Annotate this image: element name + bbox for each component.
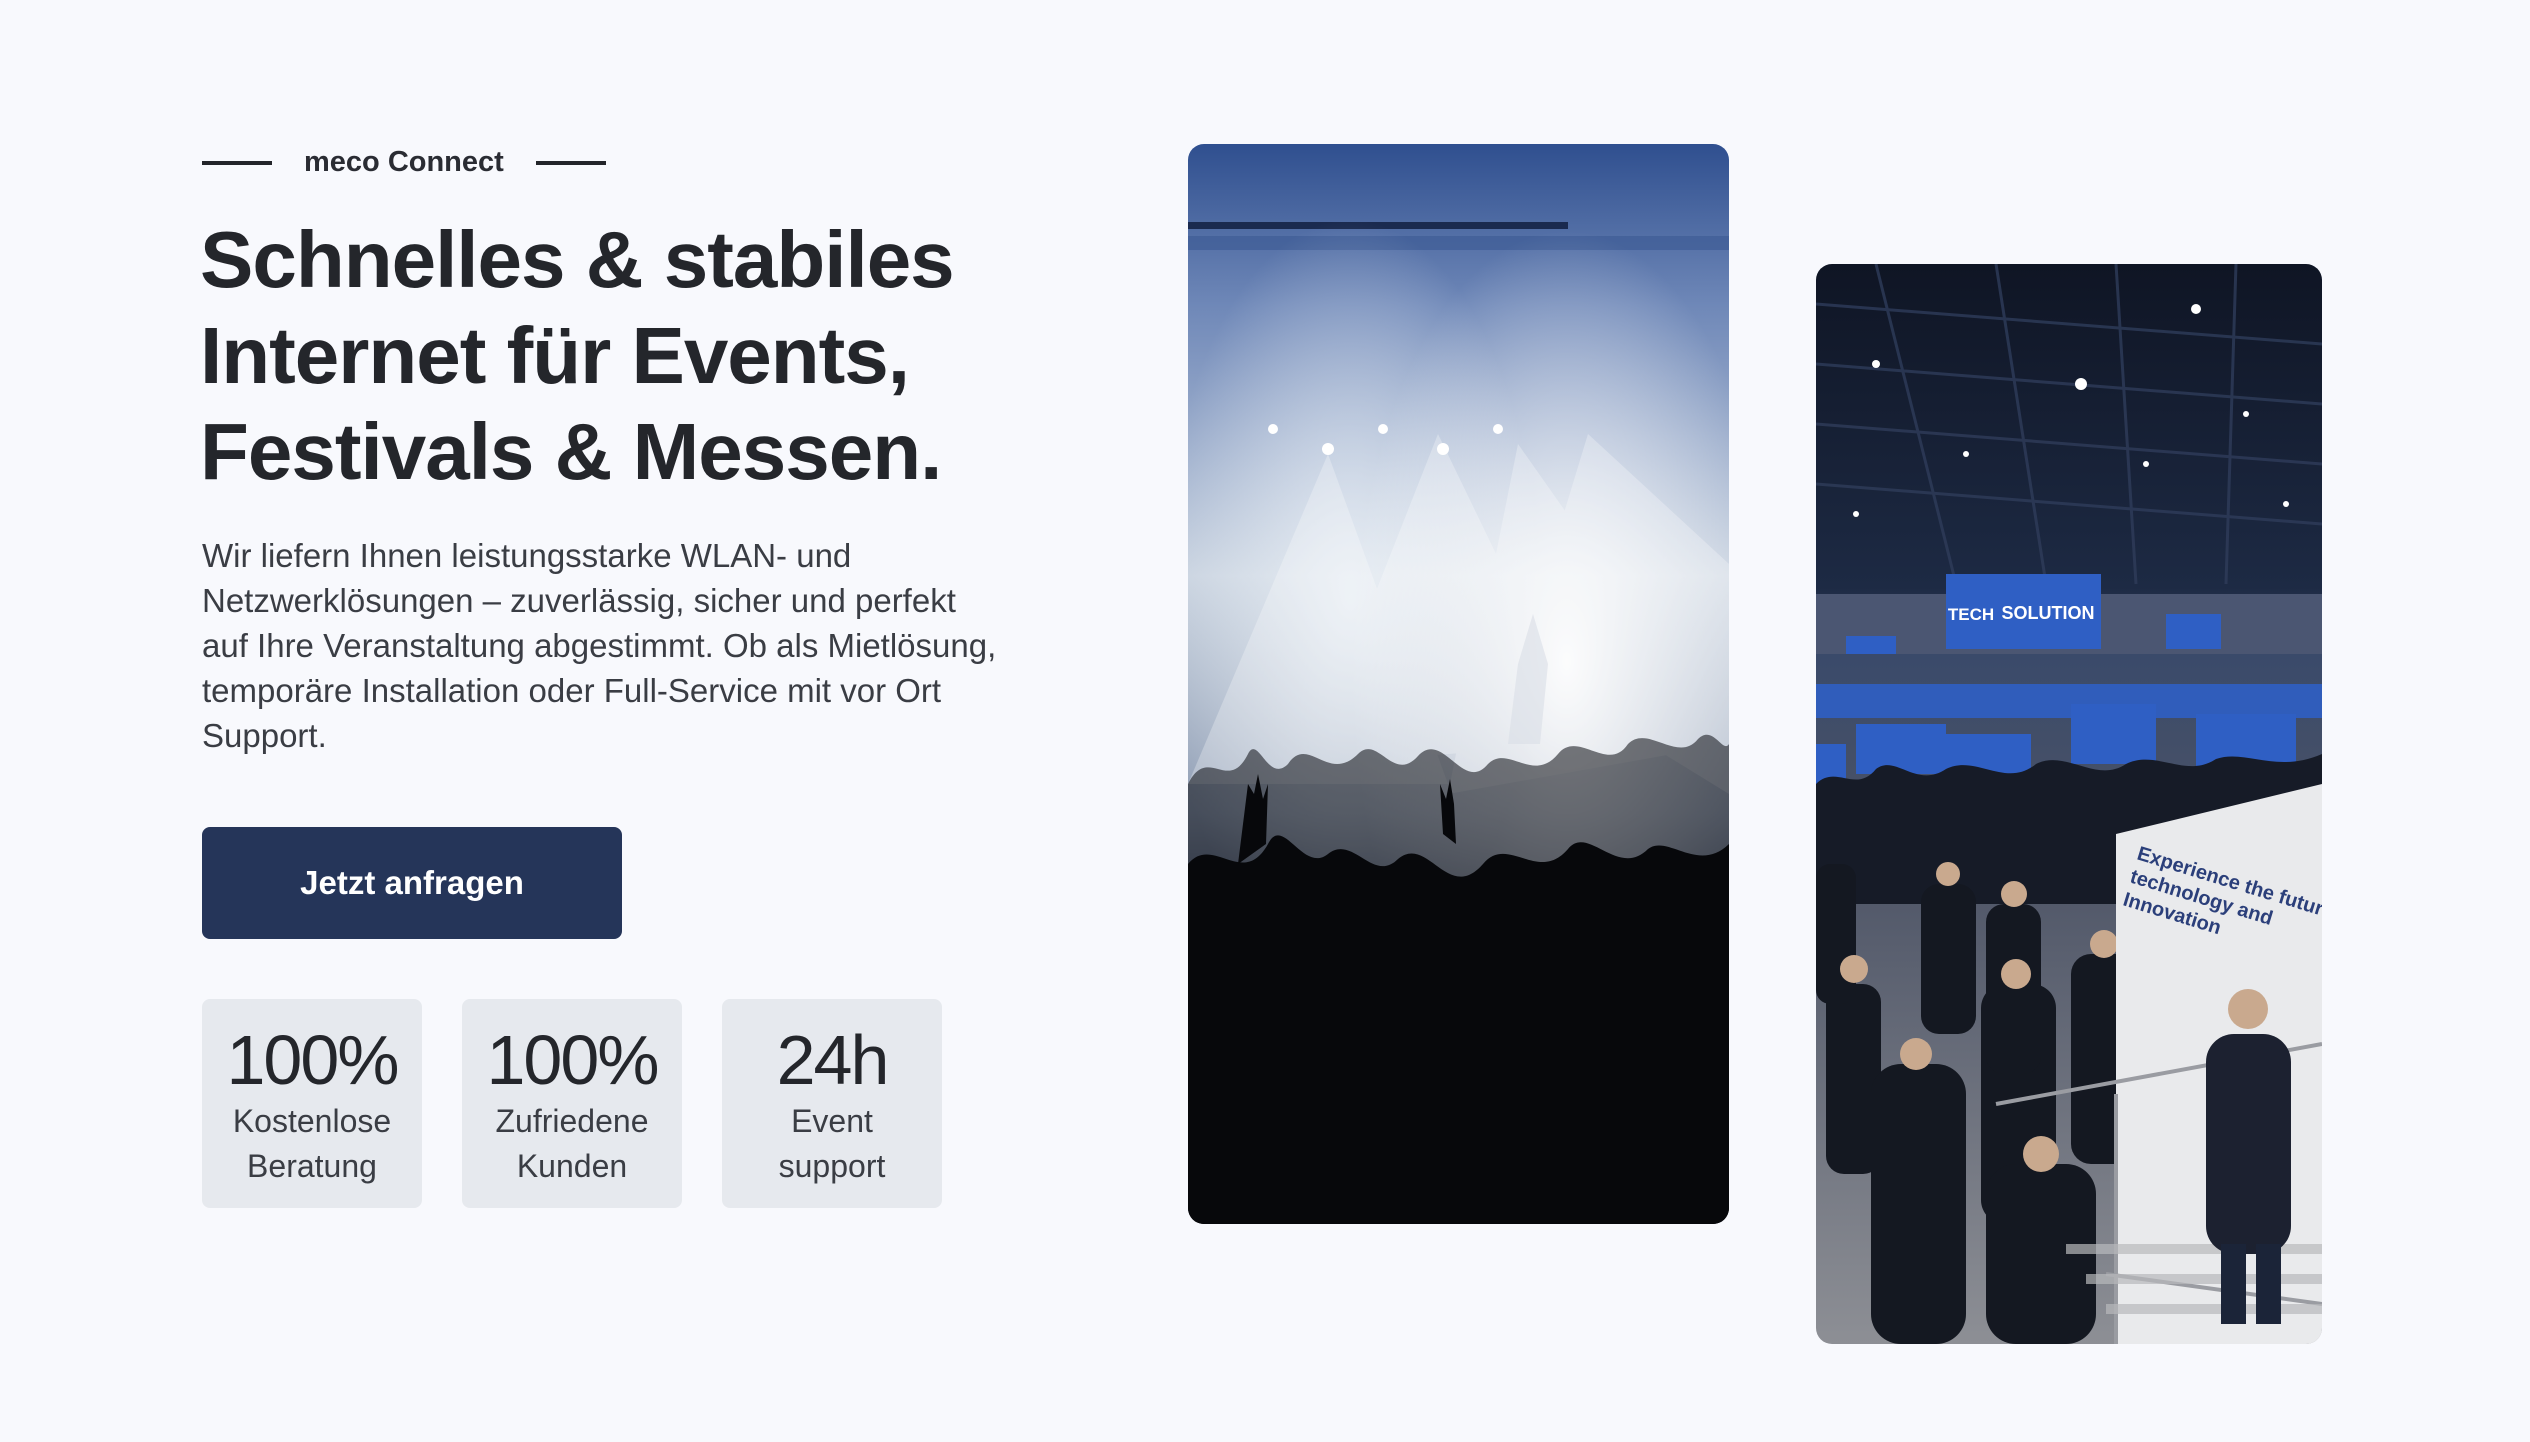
- stat-card-satisfied-customers: 100% Zufriedene Kunden: [462, 999, 682, 1208]
- stat-caption-line: Event: [791, 1103, 873, 1139]
- page-title: Schnelles & stabiles Internet für Events…: [200, 212, 1100, 500]
- stat-card-free-consultation: 100% Kostenlose Beratung: [202, 999, 422, 1208]
- eyebrow-label: meco Connect: [304, 146, 504, 178]
- stat-caption: Zufriedene Kunden: [496, 1099, 649, 1189]
- stat-card-event-support: 24h Event support: [722, 999, 942, 1208]
- lead-line: Wir liefern Ihnen leistungsstarke WLAN- …: [202, 537, 852, 574]
- headline-line: Festivals & Messen.: [200, 407, 942, 496]
- stat-caption-line: Zufriedene: [495, 1103, 649, 1139]
- eyebrow-rule-right: [535, 160, 606, 165]
- headline-line: Schnelles & stabiles: [200, 215, 955, 304]
- trade-fair-photo: TECH SOLUTION Experience the future tech…: [1816, 264, 2322, 1344]
- concert-crowd-photo: [1188, 144, 1729, 1224]
- stat-caption: Kostenlose Beratung: [233, 1099, 391, 1189]
- stat-caption-line: Kostenlose: [232, 1103, 392, 1139]
- stats-row: 100% Kostenlose Beratung 100% Zufriedene…: [202, 999, 942, 1208]
- stat-value: 24h: [776, 1021, 890, 1099]
- stat-caption-line: Kunden: [516, 1148, 628, 1184]
- booth-sign-left: TECH: [1948, 605, 1994, 624]
- lead-line: Netzwerklösungen – zuverlässig, sicher u…: [202, 582, 956, 619]
- booth-sign-right: SOLUTION: [2002, 603, 2095, 623]
- lead-line: auf Ihre Veranstaltung abgestimmt. Ob al…: [202, 627, 997, 664]
- lead-paragraph: Wir liefern Ihnen leistungsstarke WLAN- …: [202, 533, 1002, 758]
- stat-caption: Event support: [779, 1099, 886, 1189]
- stat-caption-line: support: [778, 1148, 886, 1184]
- eyebrow-rule-left: [202, 160, 272, 165]
- lead-line: temporäre Installation oder Full-Service…: [202, 672, 942, 709]
- headline-line: Internet für Events,: [200, 311, 910, 400]
- stat-value: 100%: [226, 1021, 399, 1099]
- stat-value: 100%: [486, 1021, 659, 1099]
- stat-caption-line: Beratung: [247, 1148, 377, 1184]
- request-now-button[interactable]: Jetzt anfragen: [202, 827, 622, 939]
- eyebrow: meco Connect: [202, 146, 606, 179]
- lead-line: Support.: [202, 717, 327, 754]
